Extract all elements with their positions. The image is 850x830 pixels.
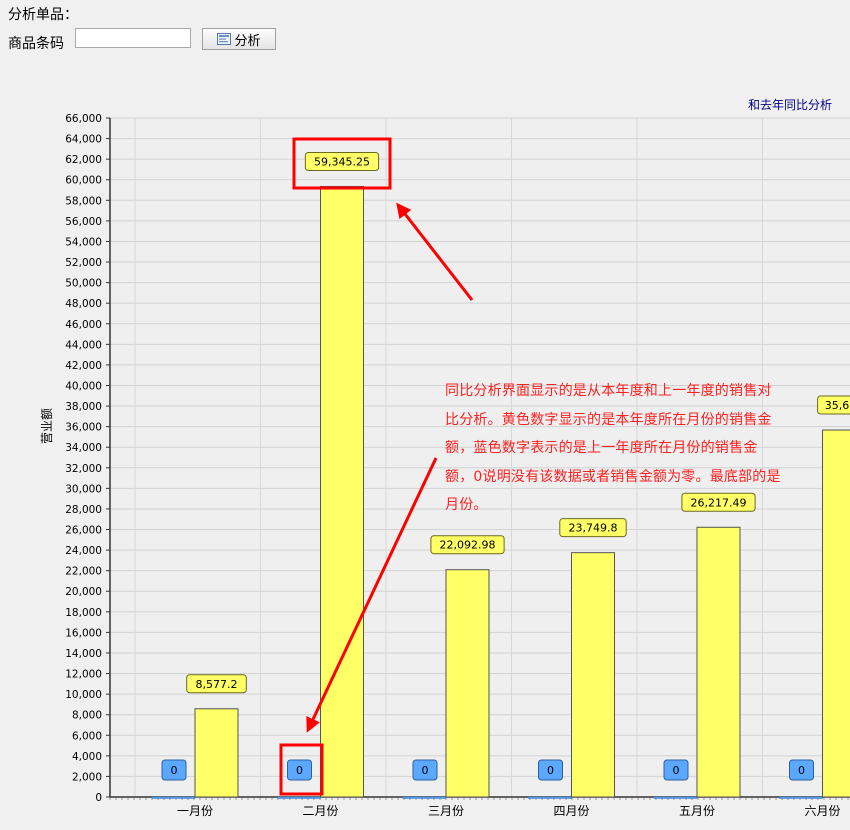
y-tick-label: 50,000	[65, 278, 102, 290]
y-axis-title: 营业额	[40, 407, 54, 444]
annotation-text: 同比分析界面显示的是从本年度和上一年度的销售对比分析。黄色数字显示的是本年度所在…	[445, 383, 781, 513]
y-tick-label: 42,000	[65, 360, 102, 372]
x-category-label: 五月份	[679, 804, 715, 818]
y-tick-label: 0	[95, 792, 102, 804]
previous-year-bar	[277, 796, 321, 799]
analyze-button[interactable]: 分析	[202, 28, 276, 50]
barcode-input[interactable]	[75, 28, 191, 48]
previous-year-bar	[779, 796, 823, 799]
y-tick-label: 40,000	[65, 380, 102, 392]
analyze-button-label: 分析	[234, 33, 261, 49]
chart-icon	[217, 33, 232, 45]
y-tick-label: 64,000	[65, 134, 102, 146]
toolbar: 分析单品： 商品条码 分析	[0, 0, 850, 70]
y-tick-label: 10,000	[65, 689, 102, 701]
barcode-label: 商品条码	[8, 36, 64, 52]
y-tick-label: 60,000	[65, 175, 102, 187]
current-year-bar	[194, 708, 239, 798]
current-year-bar	[320, 185, 364, 798]
y-tick-label: 36,000	[65, 422, 102, 434]
y-tick-label: 48,000	[65, 298, 102, 310]
chart-area: 和去年同比分析 0 2,000 4,000 6,000 8,000 10,000 12,00…	[0, 70, 850, 830]
y-tick-label: 24,000	[65, 545, 102, 557]
y-tick-label: 34,000	[65, 442, 102, 454]
y-tick-label: 52,000	[65, 257, 102, 269]
y-tick-label: 14,000	[65, 648, 102, 660]
current-year-bar	[571, 552, 615, 798]
previous-year-bar	[151, 796, 196, 799]
y-tick-label: 44,000	[65, 339, 102, 351]
y-tick-label: 16,000	[65, 627, 102, 639]
previous-year-bar	[402, 796, 447, 799]
previous-year-value-label: 0	[673, 764, 680, 777]
current-year-bar	[445, 569, 490, 798]
current-year-value-label: 59,345.25	[314, 155, 370, 168]
y-tick-label: 54,000	[65, 236, 102, 248]
x-category-label: 二月份	[302, 804, 338, 818]
y-tick-label: 22,000	[65, 566, 102, 578]
y-tick-label: 56,000	[65, 216, 102, 228]
previous-year-bar	[528, 796, 572, 799]
y-tick-label: 8,000	[72, 710, 102, 722]
current-year-value-label: 8,577.2	[196, 678, 238, 691]
current-year-value-label: 23,749.8	[569, 522, 618, 535]
x-category-label: 四月份	[553, 804, 589, 818]
y-tick-label: 38,000	[65, 401, 102, 413]
y-tick-label: 30,000	[65, 483, 102, 495]
y-tick-label: 18,000	[65, 607, 102, 619]
y-tick-label: 32,000	[65, 463, 102, 475]
previous-year-value-label: 0	[547, 764, 554, 777]
x-category-label: 六月份	[804, 804, 840, 818]
previous-year-value-label: 0	[798, 764, 805, 777]
previous-year-bar	[653, 796, 698, 799]
y-tick-label: 12,000	[65, 669, 102, 681]
section-title: 分析单品：	[8, 7, 78, 23]
current-year-bar	[822, 429, 850, 798]
x-category-label: 一月份	[177, 804, 213, 818]
y-tick-label: 4,000	[72, 751, 102, 763]
current-year-value-label: 22,092.98	[440, 539, 496, 552]
y-tick-label: 2,000	[72, 771, 102, 783]
y-tick-label: 58,000	[65, 195, 102, 207]
y-tick-label: 26,000	[65, 525, 102, 537]
y-tick-label: 28,000	[65, 504, 102, 516]
y-tick-label: 6,000	[72, 730, 102, 742]
current-year-value-label: 35,670	[825, 399, 850, 412]
previous-year-value-label: 0	[422, 764, 429, 777]
y-tick-label: 62,000	[65, 154, 102, 166]
y-tick-label: 20,000	[65, 586, 102, 598]
current-year-bar	[696, 526, 741, 798]
x-category-label: 三月份	[428, 804, 464, 818]
y-tick-label: 46,000	[65, 319, 102, 331]
previous-year-value-label: 0	[296, 764, 303, 777]
y-tick-label: 66,000	[65, 113, 102, 125]
previous-year-value-label: 0	[171, 764, 178, 777]
